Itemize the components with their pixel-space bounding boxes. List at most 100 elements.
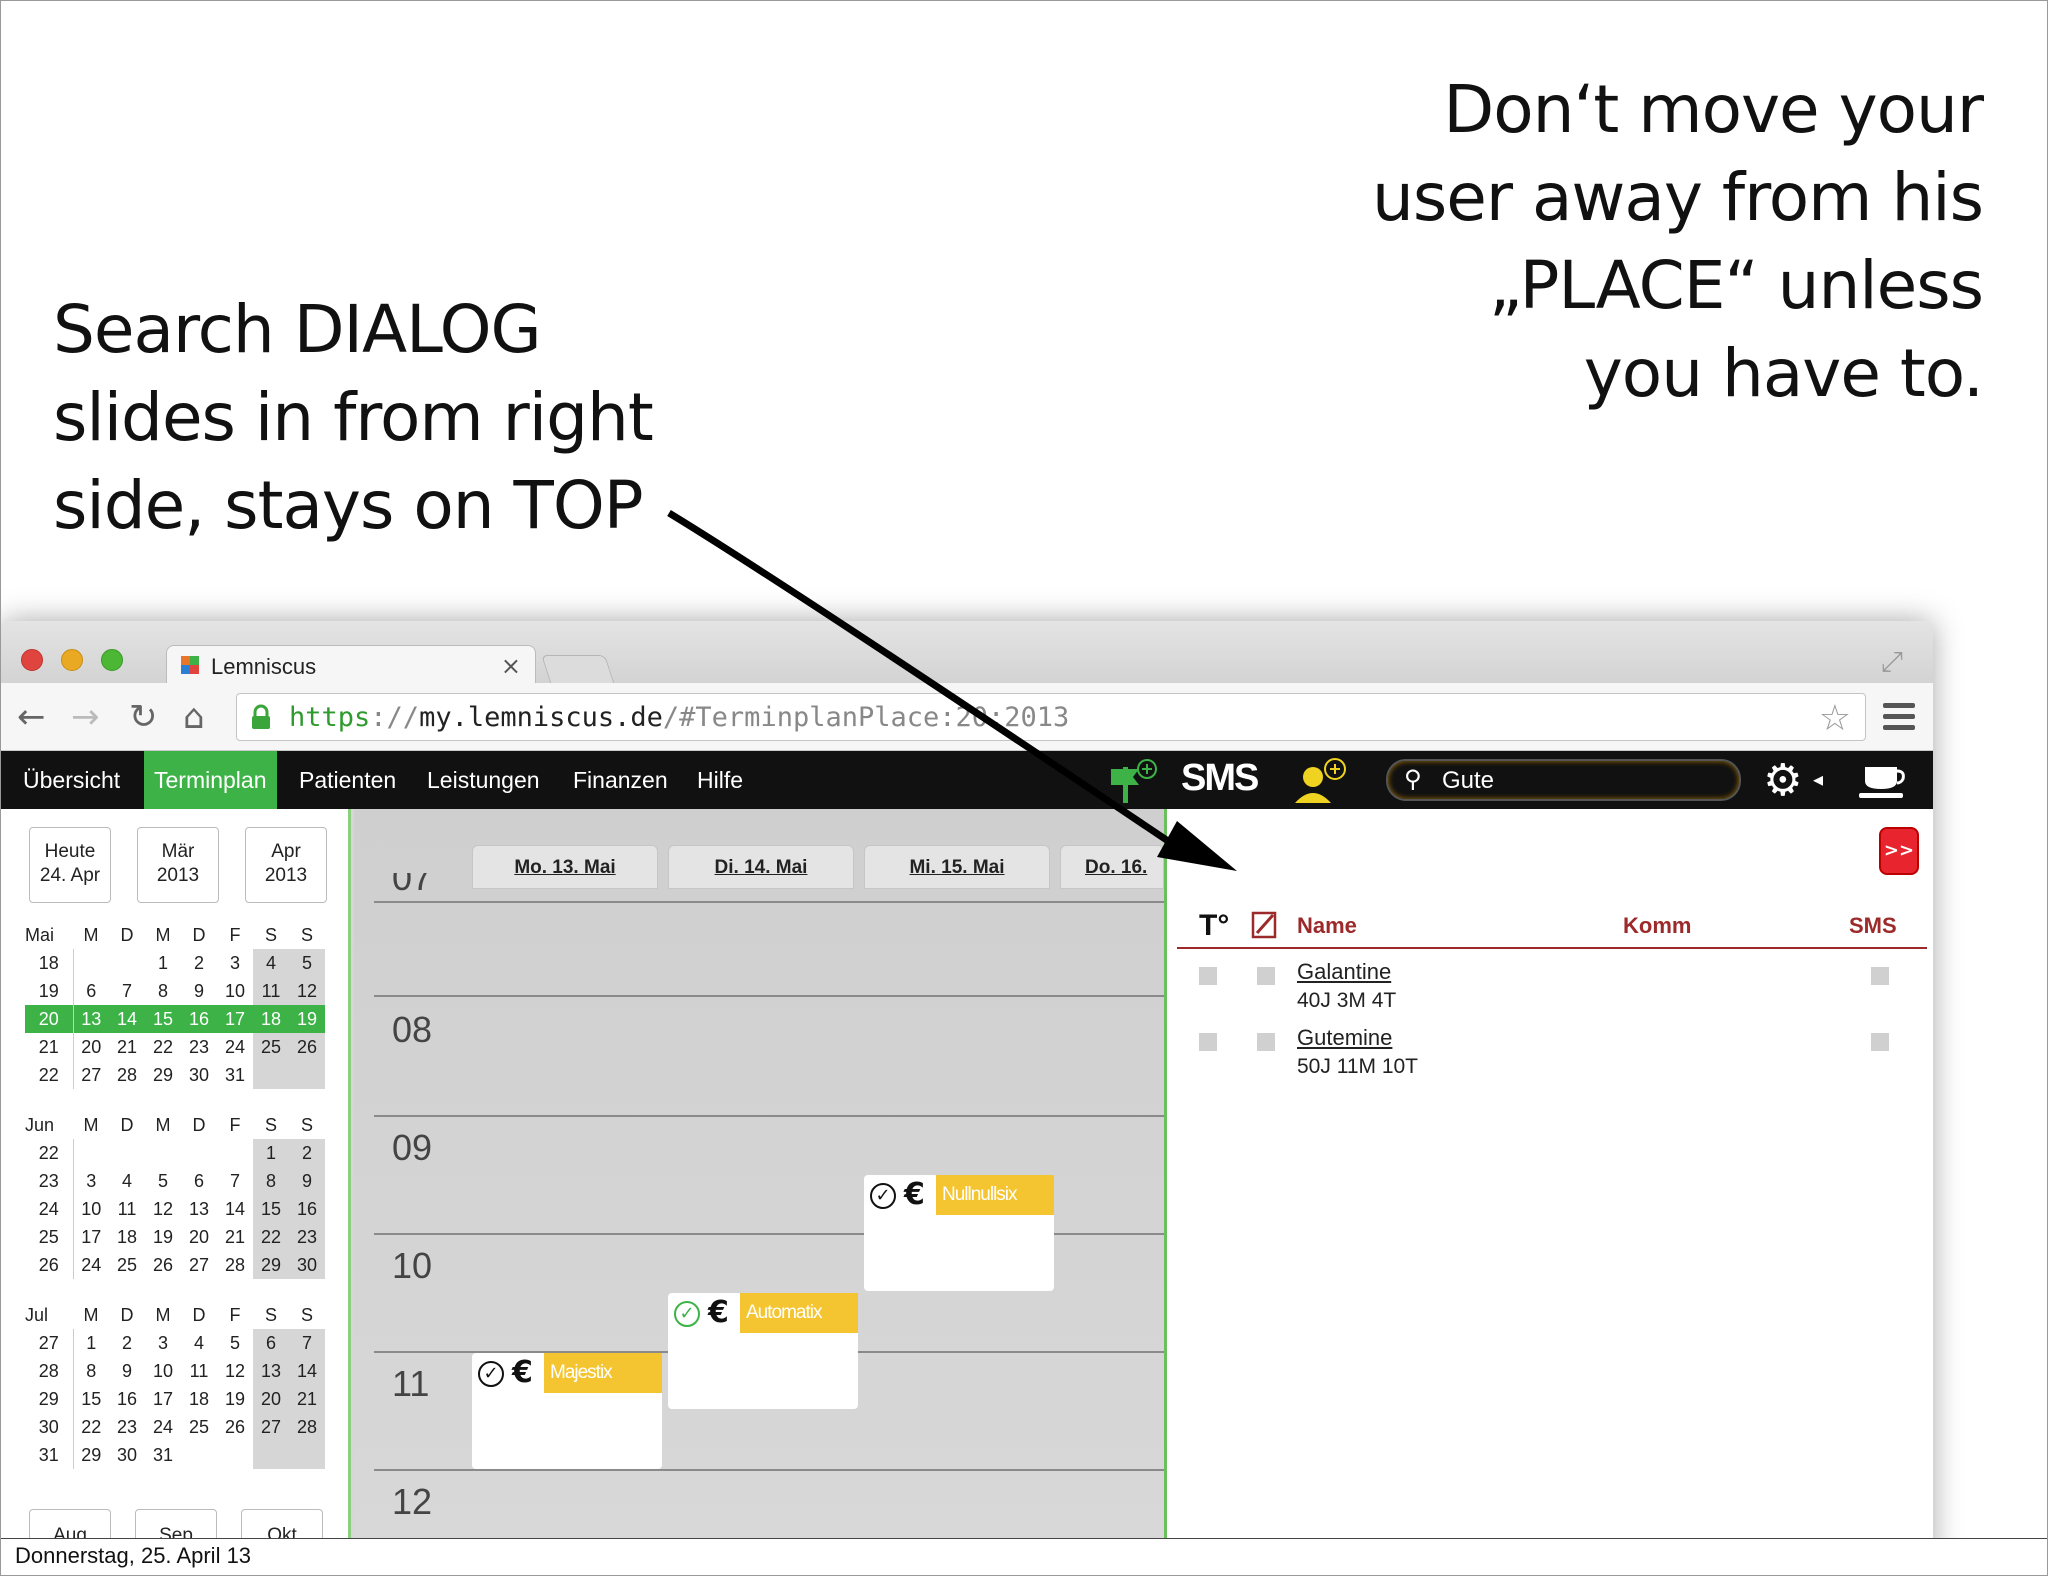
day-cell[interactable]: 4 [181, 1329, 217, 1357]
day-cell[interactable]: 12 [289, 977, 325, 1005]
day-cell[interactable]: 20 [181, 1223, 217, 1251]
day-cell[interactable]: 30 [109, 1441, 145, 1469]
day-cell[interactable]: 17 [217, 1005, 253, 1033]
day-cell[interactable]: 4 [253, 949, 289, 977]
day-cell[interactable]: 22 [73, 1413, 109, 1441]
day-cell[interactable]: 9 [181, 977, 217, 1005]
week-number[interactable]: 30 [25, 1413, 74, 1441]
day-cell[interactable]: 27 [181, 1251, 217, 1279]
day-cell[interactable]: 3 [145, 1329, 181, 1357]
day-cell[interactable]: 10 [73, 1195, 109, 1223]
week-row[interactable]: 22 1 2 [25, 1139, 325, 1167]
column-sms[interactable]: SMS [1849, 913, 1897, 939]
day-cell[interactable]: 1 [253, 1139, 289, 1167]
week-number[interactable]: 22 [25, 1139, 74, 1167]
day-cell[interactable]: 19 [289, 1005, 325, 1033]
day-cell[interactable]: 7 [217, 1167, 253, 1195]
week-number[interactable]: 23 [25, 1167, 74, 1195]
day-cell[interactable]: 20 [253, 1385, 289, 1413]
nav-patienten[interactable]: Patienten [289, 751, 406, 809]
day-cell[interactable]: 5 [217, 1329, 253, 1357]
day-cell[interactable]: 15 [73, 1385, 109, 1413]
day-cell[interactable]: 14 [109, 1005, 145, 1033]
browser-tab[interactable]: Lemniscus × [166, 645, 536, 685]
week-row[interactable]: 23 3 4 5 6 7 8 9 [25, 1167, 325, 1195]
day-cell[interactable]: 29 [253, 1251, 289, 1279]
new-tab-button[interactable] [541, 655, 615, 685]
nav-leistungen[interactable]: Leistungen [417, 751, 550, 809]
day-cell[interactable]: 18 [181, 1385, 217, 1413]
day-cell[interactable]: 24 [217, 1033, 253, 1061]
day-cell[interactable]: 11 [109, 1195, 145, 1223]
nav-terminplan[interactable]: Terminplan [144, 751, 277, 809]
day-cell[interactable]: 21 [109, 1033, 145, 1061]
day-header[interactable]: Mi. 15. Mai [864, 845, 1050, 889]
week-row[interactable]: 19 6 7 8 9 10 11 12 [25, 977, 325, 1005]
add-user-icon[interactable] [1289, 757, 1349, 805]
appointment[interactable]: ✓ € Majestix [472, 1353, 662, 1469]
fullscreen-icon[interactable]: ⤢ [1881, 645, 1903, 679]
edit-checkbox[interactable] [1257, 1033, 1275, 1051]
result-name[interactable]: Galantine [1297, 959, 1391, 985]
column-komm[interactable]: Komm [1623, 913, 1691, 939]
day-cell[interactable]: 1 [73, 1329, 109, 1357]
day-cell[interactable]: 23 [289, 1223, 325, 1251]
week-row[interactable]: 27 1 2 3 4 5 6 7 [25, 1329, 325, 1357]
day-cell[interactable]: 17 [73, 1223, 109, 1251]
day-cell[interactable]: 6 [73, 977, 109, 1005]
day-cell[interactable]: 8 [145, 977, 181, 1005]
day-cell[interactable]: 22 [253, 1223, 289, 1251]
week-number[interactable]: 24 [25, 1195, 74, 1223]
day-cell[interactable]: 10 [217, 977, 253, 1005]
day-cell[interactable]: 25 [181, 1413, 217, 1441]
day-header[interactable]: Do. 16. [1060, 845, 1164, 889]
day-cell[interactable]: 24 [145, 1413, 181, 1441]
close-panel-button[interactable]: >> [1879, 827, 1919, 875]
coffee-cup-icon[interactable] [1857, 757, 1907, 803]
day-cell[interactable]: 24 [73, 1251, 109, 1279]
day-cell[interactable]: 12 [145, 1195, 181, 1223]
forward-icon[interactable]: → [71, 697, 100, 737]
day-cell[interactable]: 1 [145, 949, 181, 977]
day-cell[interactable]: 23 [109, 1413, 145, 1441]
zoom-window-button[interactable] [101, 649, 123, 671]
tab-close-icon[interactable]: × [501, 652, 521, 680]
week-number[interactable]: 18 [25, 949, 74, 977]
add-flag-icon[interactable] [1109, 757, 1159, 805]
day-cell[interactable]: 25 [253, 1033, 289, 1061]
day-cell[interactable]: 2 [109, 1329, 145, 1357]
day-cell[interactable]: 6 [253, 1329, 289, 1357]
search-box[interactable]: ⚲ [1386, 759, 1741, 801]
sms-checkbox[interactable] [1871, 1033, 1889, 1051]
week-row[interactable]: 28 8 9 10 11 12 13 14 [25, 1357, 325, 1385]
day-cell[interactable]: 19 [145, 1223, 181, 1251]
day-cell[interactable]: 14 [289, 1357, 325, 1385]
day-cell[interactable]: 12 [217, 1357, 253, 1385]
day-cell[interactable]: 30 [289, 1251, 325, 1279]
week-row[interactable]: 21 20 21 22 23 24 25 26 [25, 1033, 325, 1061]
result-row[interactable]: Galantine 40J 3M 4T [1177, 959, 1927, 1021]
browser-menu-icon[interactable] [1883, 703, 1915, 731]
week-number[interactable]: 19 [25, 977, 74, 1005]
column-name[interactable]: Name [1297, 913, 1357, 939]
day-cell[interactable]: 6 [181, 1167, 217, 1195]
day-cell[interactable]: 19 [217, 1385, 253, 1413]
week-number[interactable]: 28 [25, 1357, 74, 1385]
day-cell[interactable]: 3 [217, 949, 253, 977]
day-cell[interactable]: 16 [109, 1385, 145, 1413]
day-cell[interactable]: 8 [253, 1167, 289, 1195]
result-row[interactable]: Gutemine 50J 11M 10T [1177, 1025, 1927, 1087]
day-cell[interactable]: 17 [145, 1385, 181, 1413]
week-number[interactable]: 29 [25, 1385, 74, 1413]
week-number[interactable]: 20 [25, 1005, 74, 1033]
day-cell[interactable]: 18 [253, 1005, 289, 1033]
edit-icon[interactable] [1251, 909, 1279, 939]
reload-icon[interactable]: ↻ [129, 697, 158, 737]
day-cell[interactable]: 31 [217, 1061, 253, 1089]
week-number[interactable]: 31 [25, 1441, 74, 1469]
day-cell[interactable]: 2 [289, 1139, 325, 1167]
day-cell[interactable]: 15 [145, 1005, 181, 1033]
day-cell[interactable]: 3 [73, 1167, 109, 1195]
day-cell[interactable]: 7 [289, 1329, 325, 1357]
search-input[interactable] [1442, 765, 1732, 797]
